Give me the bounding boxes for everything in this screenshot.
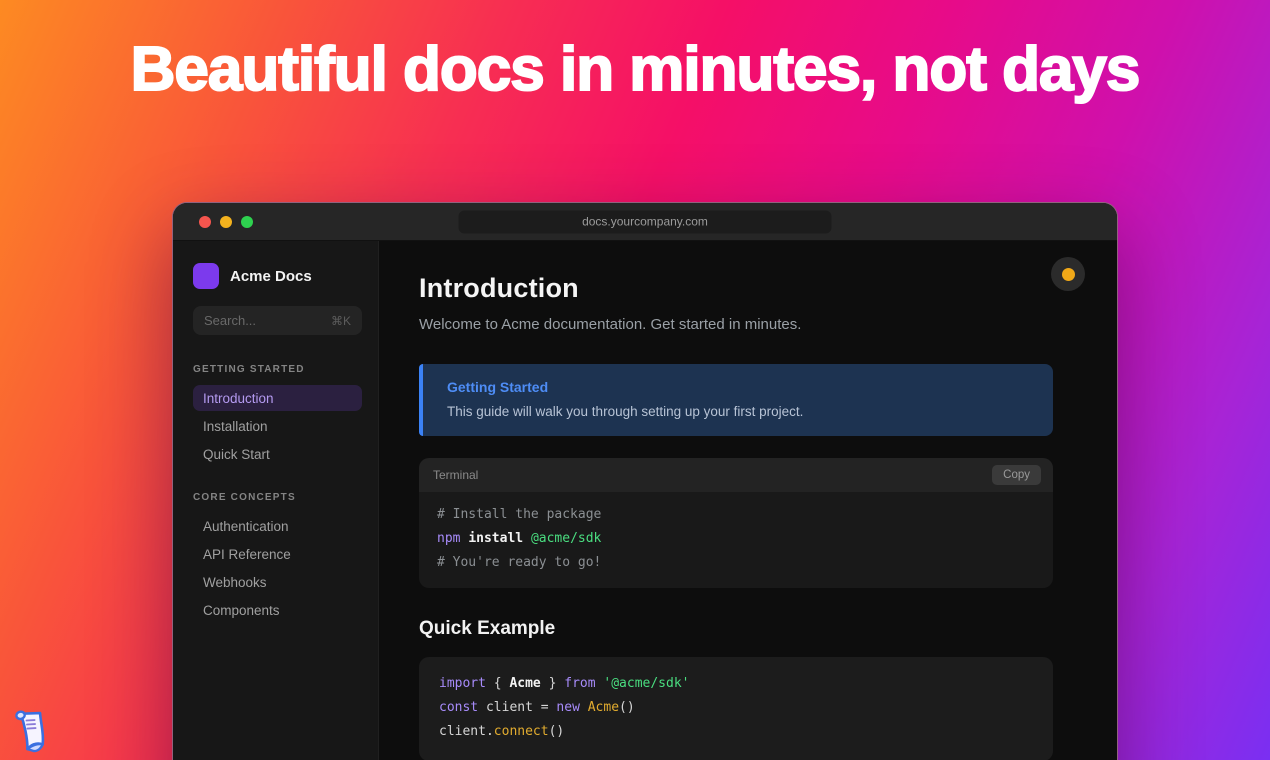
close-window-icon[interactable] [199,216,211,228]
url-text: docs.yourcompany.com [582,215,708,229]
terminal-header: Terminal Copy [419,458,1053,492]
sidebar-item-authentication[interactable]: Authentication [193,513,362,539]
main-content: Introduction Welcome to Acme documentati… [379,241,1117,760]
sidebar-item-components[interactable]: Components [193,597,362,623]
search-placeholder: Search... [204,313,331,328]
brand-logo-icon [193,263,219,289]
example-code-line: client.connect() [439,720,1033,744]
browser-titlebar: docs.yourcompany.com [173,203,1117,241]
nav-section-getting-started: GETTING STARTED [193,364,362,375]
sidebar-item-api-reference[interactable]: API Reference [193,541,362,567]
search-input[interactable]: Search... ⌘K [193,306,362,335]
example-code-line: const client = new Acme() [439,696,1033,720]
nav-list-getting-started: Introduction Installation Quick Start [193,385,362,467]
terminal-code-line: npm install @acme/sdk [437,527,1035,551]
terminal-label: Terminal [433,468,992,482]
callout-body: This guide will walk you through setting… [447,404,1033,419]
url-bar[interactable]: docs.yourcompany.com [459,210,832,233]
quick-example-heading: Quick Example [419,618,1053,640]
scroll-logo-icon [14,706,54,754]
sidebar-item-installation[interactable]: Installation [193,413,362,439]
maximize-window-icon[interactable] [241,216,253,228]
brand-name: Acme Docs [230,268,312,285]
copy-button[interactable]: Copy [992,465,1041,485]
terminal-block: Terminal Copy # Install the package npm … [419,458,1053,588]
theme-toggle-button[interactable] [1051,257,1085,291]
page-title: Introduction [419,273,1053,304]
nav-list-core-concepts: Authentication API Reference Webhooks Co… [193,513,362,623]
sidebar-item-webhooks[interactable]: Webhooks [193,569,362,595]
terminal-body: # Install the package npm install @acme/… [419,492,1053,588]
terminal-code-line: # You're ready to go! [437,551,1035,575]
example-code-line: import { Acme } from '@acme/sdk' [439,672,1033,696]
browser-window: docs.yourcompany.com Acme Docs Search...… [172,202,1118,760]
example-code-block: import { Acme } from '@acme/sdk' const c… [419,657,1053,760]
brand[interactable]: Acme Docs [193,263,362,289]
sidebar-item-introduction[interactable]: Introduction [193,385,362,411]
terminal-code-line: # Install the package [437,503,1035,527]
hero-headline: Beautiful docs in minutes, not days [0,34,1270,105]
callout-title: Getting Started [447,379,1033,395]
traffic-lights [199,216,253,228]
nav-section-core-concepts: CORE CONCEPTS [193,492,362,503]
sun-icon [1062,268,1075,281]
minimize-window-icon[interactable] [220,216,232,228]
search-shortcut: ⌘K [331,314,351,328]
sidebar-item-quick-start[interactable]: Quick Start [193,441,362,467]
sidebar: Acme Docs Search... ⌘K GETTING STARTED I… [173,241,379,760]
page-subtitle: Welcome to Acme documentation. Get start… [419,316,1053,333]
getting-started-callout: Getting Started This guide will walk you… [419,364,1053,436]
